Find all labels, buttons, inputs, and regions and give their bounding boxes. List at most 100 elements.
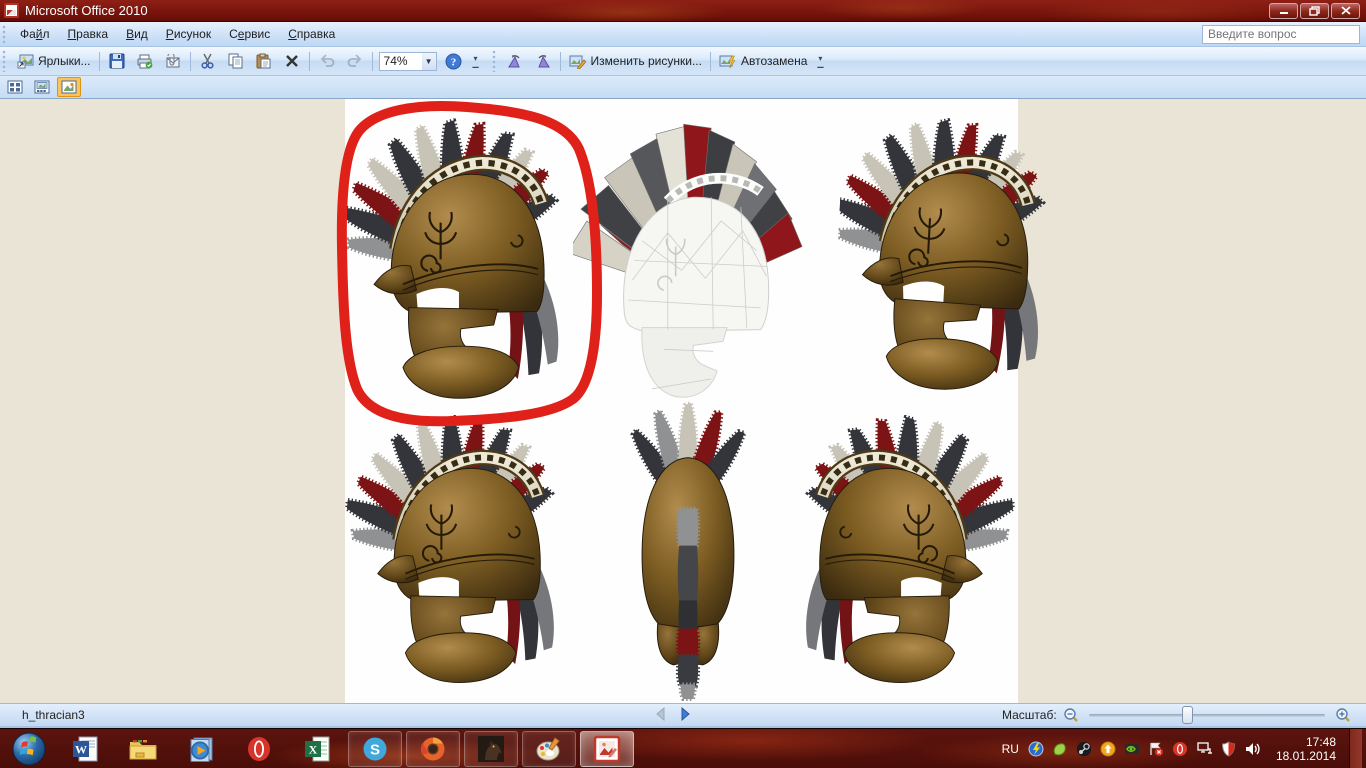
close-icon (1341, 6, 1351, 15)
horse-game-icon (477, 735, 505, 763)
separator (99, 52, 100, 71)
paint-icon (535, 735, 563, 763)
menu-tools[interactable]: Сервис (220, 23, 279, 45)
undo-button[interactable] (313, 50, 341, 73)
redo-icon (346, 52, 364, 70)
zoom-slider-thumb[interactable] (1182, 706, 1193, 724)
save-button[interactable] (103, 50, 131, 73)
menu-help[interactable]: Справка (279, 23, 344, 45)
mail-button[interactable] (159, 50, 187, 73)
toolbar2-grip[interactable] (492, 50, 499, 72)
menu-view[interactable]: Вид (117, 23, 157, 45)
system-tray: RU (1002, 729, 1366, 768)
rotate-right-icon (534, 52, 552, 70)
zoom-combo[interactable]: 74% ▼ (379, 52, 437, 71)
start-button[interactable] (8, 730, 50, 768)
taskbar-media-player-button[interactable] (174, 731, 228, 767)
toolbar-overflow-icon[interactable]: ▾▁ (470, 56, 482, 66)
action-center-icon[interactable] (1148, 740, 1165, 757)
shortcuts-icon (16, 52, 34, 70)
view-mode-bar (0, 76, 1366, 99)
taskbar-explorer-button[interactable] (116, 731, 170, 767)
menu-picture[interactable]: Рисунок (157, 23, 220, 45)
window-title: Microsoft Office 2010 (25, 3, 148, 18)
autocorrect-button[interactable]: Автозамена (714, 50, 812, 73)
separator (560, 52, 561, 71)
single-picture-view-button[interactable] (57, 77, 81, 97)
shortcuts-button[interactable]: Ярлыки... (11, 50, 96, 73)
minimize-button[interactable] (1269, 3, 1298, 19)
menu-edit[interactable]: Правка (59, 23, 118, 45)
toolbar2-overflow-icon[interactable]: ▾▁ (814, 56, 826, 66)
previous-picture-icon[interactable] (655, 707, 665, 721)
taskbar-game-button[interactable] (464, 731, 518, 767)
volume-icon[interactable] (1244, 740, 1261, 757)
copy-button[interactable] (222, 50, 250, 73)
taskbar-word-button[interactable]: W (58, 731, 112, 767)
svg-text:S: S (370, 741, 380, 758)
autocorrect-icon (719, 52, 737, 70)
steam-icon[interactable] (1076, 740, 1093, 757)
zoom-value: 74% (380, 54, 422, 68)
standard-toolbar: Ярлыки... 7 (0, 47, 1366, 76)
skype-icon: S (361, 735, 389, 763)
evernote-icon[interactable] (1052, 740, 1069, 757)
help-button[interactable]: ? (440, 50, 468, 73)
language-indicator[interactable]: RU (1002, 742, 1019, 756)
excel-icon: X (303, 735, 331, 763)
word-icon: W (71, 735, 99, 763)
edit-pictures-button[interactable]: Изменить рисунки... (564, 50, 707, 73)
status-bar: h_thracian3 Масштаб: (0, 703, 1366, 728)
delete-button[interactable] (278, 50, 306, 73)
mail-icon (164, 52, 182, 70)
defender-icon[interactable] (1220, 740, 1237, 757)
redo-button[interactable] (341, 50, 369, 73)
minimize-icon (1279, 6, 1289, 15)
taskbar-picture-manager-button[interactable] (580, 731, 634, 767)
print-icon (136, 52, 154, 70)
zoom-slider-track[interactable] (1089, 714, 1325, 717)
separator (710, 52, 711, 71)
nvidia-icon[interactable] (1124, 740, 1141, 757)
rotate-right-button[interactable] (529, 50, 557, 73)
update-icon[interactable] (1100, 740, 1117, 757)
toolbar-grip[interactable] (2, 50, 9, 72)
taskbar-skype-button[interactable]: S (348, 731, 402, 767)
clock[interactable]: 17:48 18.01.2014 (1276, 735, 1336, 763)
zoom-control: Масштаб: (1002, 707, 1351, 723)
close-button[interactable] (1331, 3, 1360, 19)
next-picture-icon[interactable] (681, 707, 691, 721)
cut-button[interactable] (194, 50, 222, 73)
punto-icon[interactable] (1028, 740, 1045, 757)
svg-text:W: W (75, 742, 87, 756)
taskbar-excel-button[interactable]: X (290, 731, 344, 767)
shortcuts-label: Ярлыки... (38, 54, 91, 68)
print-button[interactable] (131, 50, 159, 73)
rotate-left-button[interactable] (501, 50, 529, 73)
question-input[interactable] (1203, 27, 1366, 41)
menubar-grip[interactable] (2, 25, 9, 43)
clock-date: 18.01.2014 (1276, 749, 1336, 763)
show-desktop-button[interactable] (1349, 729, 1362, 768)
helmet-left-side-view (345, 415, 571, 701)
network-icon[interactable] (1196, 740, 1213, 757)
helmet-back-view (611, 399, 765, 702)
filename-label: h_thracian3 (22, 708, 85, 722)
edit-pictures-label: Изменить рисунки... (591, 54, 702, 68)
thumbnail-view-button[interactable] (3, 77, 27, 97)
restore-icon (1309, 6, 1320, 16)
taskbar-opera-button[interactable] (232, 731, 286, 767)
undo-icon (318, 52, 336, 70)
paste-button[interactable] (250, 50, 278, 73)
opera-tray-icon[interactable] (1172, 740, 1189, 757)
taskbar-paint-button[interactable] (522, 731, 576, 767)
zoom-in-icon[interactable] (1335, 707, 1351, 723)
restore-button[interactable] (1300, 3, 1329, 19)
filmstrip-view-icon (34, 80, 50, 94)
menu-file[interactable]: Файл (11, 23, 59, 45)
filmstrip-view-button[interactable] (30, 77, 54, 97)
taskbar-browser-button[interactable] (406, 731, 460, 767)
zoom-dropdown-icon[interactable]: ▼ (422, 53, 436, 70)
zoom-out-icon[interactable] (1063, 707, 1079, 723)
title-bar: Microsoft Office 2010 (0, 0, 1366, 22)
